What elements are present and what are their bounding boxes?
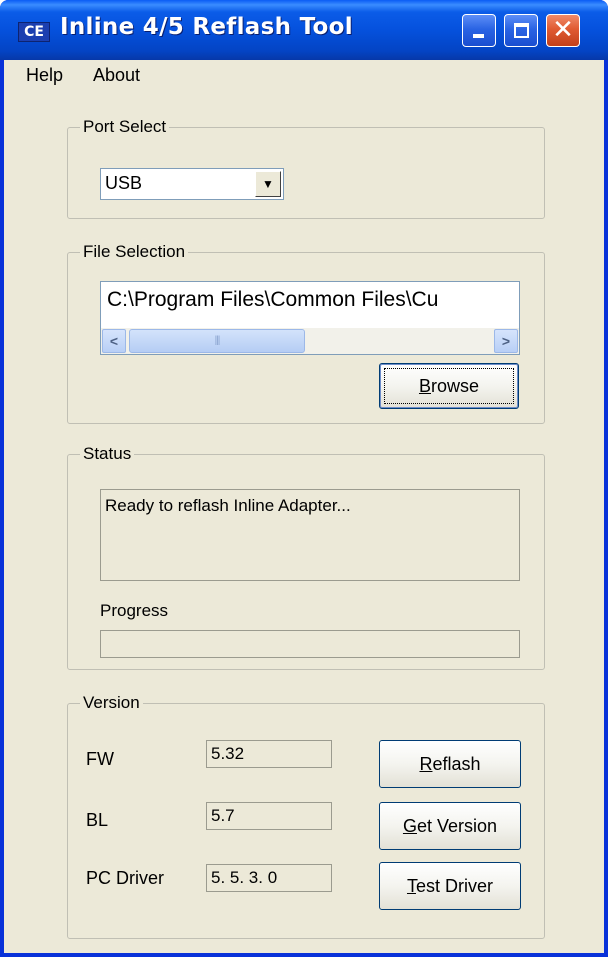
app-window: CE Inline 4/5 Reflash Tool ✕ Help About … [0,0,608,957]
progress-bar [100,630,520,658]
menu-item-about[interactable]: About [93,65,140,86]
menu-bar: Help About [4,60,604,90]
pc-driver-value-field: 5. 5. 3. 0 [206,864,332,892]
app-icon: CE [18,22,50,42]
status-group: Status Ready to reflash Inline Adapter..… [67,443,545,670]
progress-label: Progress [100,601,169,620]
window-title: Inline 4/5 Reflash Tool [60,14,353,40]
scrollbar-thumb[interactable]: ||| [129,329,305,353]
file-selection-title: File Selection [80,241,189,263]
status-title: Status [80,443,135,465]
status-message-box: Ready to reflash Inline Adapter... [100,489,520,581]
browse-button[interactable]: Browse [379,363,519,409]
menu-item-help[interactable]: Help [26,65,63,86]
maximize-icon [514,23,529,38]
file-path-field[interactable]: C:\Program Files\Common Files\Cu < ||| > [100,281,520,355]
minimize-button[interactable] [462,14,496,47]
horizontal-scrollbar[interactable]: < ||| > [101,328,519,354]
chevron-left-icon[interactable]: < [102,329,126,353]
get-version-button[interactable]: Get Version [379,802,521,850]
test-driver-button[interactable]: Test Driver [379,862,521,910]
chevron-down-icon[interactable]: ▼ [255,171,281,197]
version-group: Version FW 5.32 BL 5.7 PC Driver 5. 5. 3… [67,692,545,939]
version-title: Version [80,692,143,714]
port-select-group: Port Select USB ▼ [67,116,545,219]
fw-label: FW [86,749,114,769]
port-select-dropdown[interactable]: USB ▼ [100,168,284,200]
client-area: Help About Port Select USB ▼ File Select… [4,60,604,953]
chevron-right-icon[interactable]: > [494,329,518,353]
minimize-icon [473,34,484,38]
bl-value-field: 5.7 [206,802,332,830]
port-select-value: USB [105,173,143,193]
file-path-text: C:\Program Files\Common Files\Cu [107,288,439,311]
file-selection-group: File Selection C:\Program Files\Common F… [67,241,545,424]
reflash-button[interactable]: Reflash [379,740,521,788]
fw-value-field: 5.32 [206,740,332,768]
port-select-title: Port Select [80,116,170,138]
close-icon: ✕ [552,15,574,45]
maximize-button[interactable] [504,14,538,47]
bl-label: BL [86,810,109,830]
title-bar[interactable]: CE Inline 4/5 Reflash Tool ✕ [0,0,608,60]
pc-driver-label: PC Driver [86,868,165,888]
focus-ring [384,368,514,404]
status-message: Ready to reflash Inline Adapter... [105,496,351,515]
close-button[interactable]: ✕ [546,14,580,47]
